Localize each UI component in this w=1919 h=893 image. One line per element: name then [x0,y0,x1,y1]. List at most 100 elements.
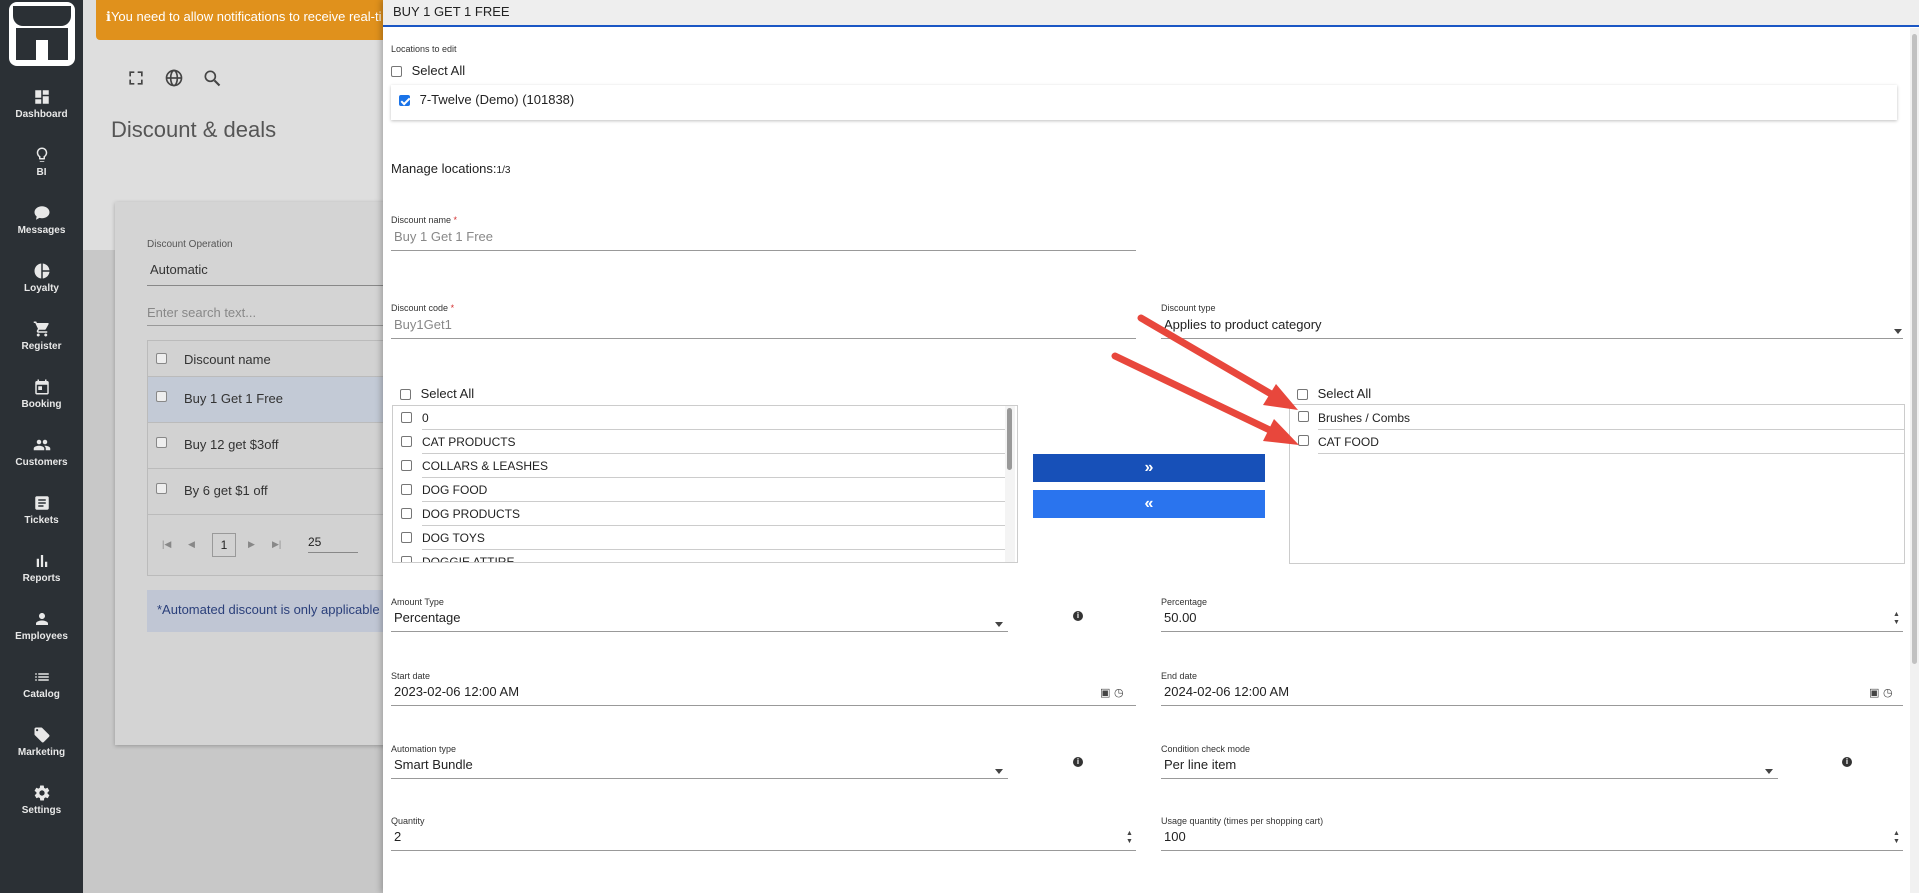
chevron-down-icon [1765,769,1773,774]
sidebar-item-employees[interactable]: Employees [0,610,83,660]
locations-label: Locations to edit [391,44,457,54]
discount-type-select[interactable]: Applies to product category [1161,313,1903,339]
chevron-down-icon [1894,329,1902,334]
location-checkbox[interactable] [399,95,410,107]
chat-bubble-icon [34,206,49,220]
ticket-icon [34,496,49,510]
info-icon[interactable]: i [1073,611,1083,621]
table-row[interactable]: Buy 1 Get 1 Free [148,377,388,423]
list-icon [34,673,49,681]
calendar-icon[interactable]: ▣ [1100,686,1110,699]
cart-icon [33,321,49,337]
discount-operation-select[interactable]: Automatic [147,258,387,286]
location-item[interactable]: 7-Twelve (Demo) (101838) [399,92,574,107]
page-title: Discount & deals [111,117,277,142]
end-date-input[interactable]: 2024-02-06 12:00 AM [1161,680,1903,706]
store-logo[interactable] [9,2,75,66]
selected-select-all-checkbox[interactable] [1297,389,1308,401]
available-select-all-checkbox[interactable] [400,389,411,401]
sidebar-item-settings[interactable]: Settings [0,784,83,834]
row-checkbox[interactable] [156,437,167,448]
list-item[interactable]: Brushes / Combs [1290,405,1904,430]
pagination: |◀ ◀ 1 ▶ ▶| 25 [148,525,388,565]
discount-name-input[interactable]: Buy 1 Get 1 Free [391,225,1136,251]
last-page-icon[interactable]: ▶| [272,539,281,550]
sidebar-item-bi[interactable]: BI [0,146,83,196]
selected-select-all[interactable]: Select All [1297,386,1371,401]
sidebar-item-reports[interactable]: Reports [0,552,83,602]
sidebar-item-register[interactable]: Register [0,320,83,370]
globe-icon[interactable] [164,68,184,88]
prev-page-icon[interactable]: ◀ [188,539,195,550]
percentage-input[interactable]: 50.00 [1161,606,1903,632]
next-page-icon[interactable]: ▶ [248,539,255,550]
person-icon [35,613,48,625]
panel-scroll-thumb[interactable] [1912,34,1917,664]
automated-discount-note: *Automated discount is only applicable [147,590,387,632]
dashboard-icon [34,90,49,104]
fullscreen-icon[interactable] [126,68,146,88]
row-checkbox[interactable] [156,391,167,402]
calendar-icon[interactable]: ▣ [1869,686,1879,699]
stepper-icon[interactable]: ▲ ▼ [1893,830,1900,846]
condition-check-mode-select[interactable]: Per line item [1161,753,1778,779]
sidebar-item-booking[interactable]: Booking [0,378,83,428]
search-icon[interactable] [202,68,222,88]
notification-banner[interactable]: ℹYou need to allow notifications to rece… [96,0,396,40]
available-categories-list[interactable]: 0 CAT PRODUCTS COLLARS & LEASHES DOG FOO… [392,405,1018,563]
sidebar-item-dashboard[interactable]: Dashboard [0,88,83,138]
locations-box: 7-Twelve (Demo) (101838) [391,85,1897,120]
selected-categories-list[interactable]: Brushes / Combs CAT FOOD [1289,404,1905,564]
manage-locations[interactable]: Manage locations:1/3 [391,161,510,176]
table-header: Discount name [148,341,388,377]
table-row[interactable]: By 6 get $1 off [148,469,388,515]
move-right-button[interactable]: » [1033,454,1265,482]
table-row[interactable]: Buy 12 get $3off [148,423,388,469]
chevron-down-icon [995,622,1003,627]
sidebar-item-messages[interactable]: Messages [0,204,83,254]
page-size-select[interactable]: 25 [308,535,358,553]
discount-type-label: Discount type [1161,303,1216,313]
sidebar-item-loyalty[interactable]: Loyalty [0,262,83,312]
gear-icon [34,785,49,801]
amount-type-select[interactable]: Percentage [391,606,1008,632]
move-left-button[interactable]: « [1033,490,1265,518]
annotation-arrow [1111,352,1299,445]
automation-type-select[interactable]: Smart Bundle [391,753,1008,779]
chevron-down-icon [995,769,1003,774]
row-checkbox[interactable] [156,483,167,494]
pie-chart-icon [34,263,49,279]
info-icon[interactable]: i [1842,757,1852,767]
tag-icon [34,727,49,743]
select-all-checkbox[interactable] [156,353,167,364]
panel-title: BUY 1 GET 1 FREE [383,0,1919,27]
list-scroll-thumb[interactable] [1007,408,1012,470]
locations-select-all-checkbox[interactable] [391,66,402,78]
info-icon[interactable]: i [1073,757,1083,767]
people-icon [33,439,50,451]
discount-code-input[interactable]: Buy1Get1 [391,313,1136,339]
sidebar-item-catalog[interactable]: Catalog [0,668,83,718]
clock-icon[interactable]: ◷ [1883,686,1893,699]
discount-code-label: Discount code * [391,303,455,313]
edit-discount-panel: BUY 1 GET 1 FREE Locations to edit Selec… [383,0,1919,893]
quantity-stepper[interactable]: 2 [391,825,1136,851]
locations-select-all[interactable]: Select All [391,63,465,78]
discount-table: Discount name Buy 1 Get 1 Free Buy 12 ge… [147,340,388,576]
start-date-input[interactable]: 2023-02-06 12:00 AM [391,680,1136,706]
sidebar-item-tickets[interactable]: Tickets [0,494,83,544]
page-number[interactable]: 1 [212,533,236,557]
sidebar-item-marketing[interactable]: Marketing [0,726,83,776]
sidebar-item-customers[interactable]: Customers [0,436,83,486]
search-input[interactable]: Enter search text... [147,300,387,326]
usage-quantity-stepper[interactable]: 100 [1161,825,1903,851]
clock-icon[interactable]: ◷ [1114,686,1124,699]
stepper-icon[interactable]: ▲ ▼ [1126,830,1133,846]
stepper-icon[interactable]: ▲ ▼ [1893,611,1900,627]
available-select-all[interactable]: Select All [400,386,474,401]
discount-operation-label: Discount Operation [147,239,233,250]
sidebar: Dashboard BI Messages Loyalty Register B… [0,0,83,893]
lightbulb-icon [36,147,47,162]
list-item[interactable]: CAT FOOD [1290,429,1904,454]
first-page-icon[interactable]: |◀ [162,539,171,550]
